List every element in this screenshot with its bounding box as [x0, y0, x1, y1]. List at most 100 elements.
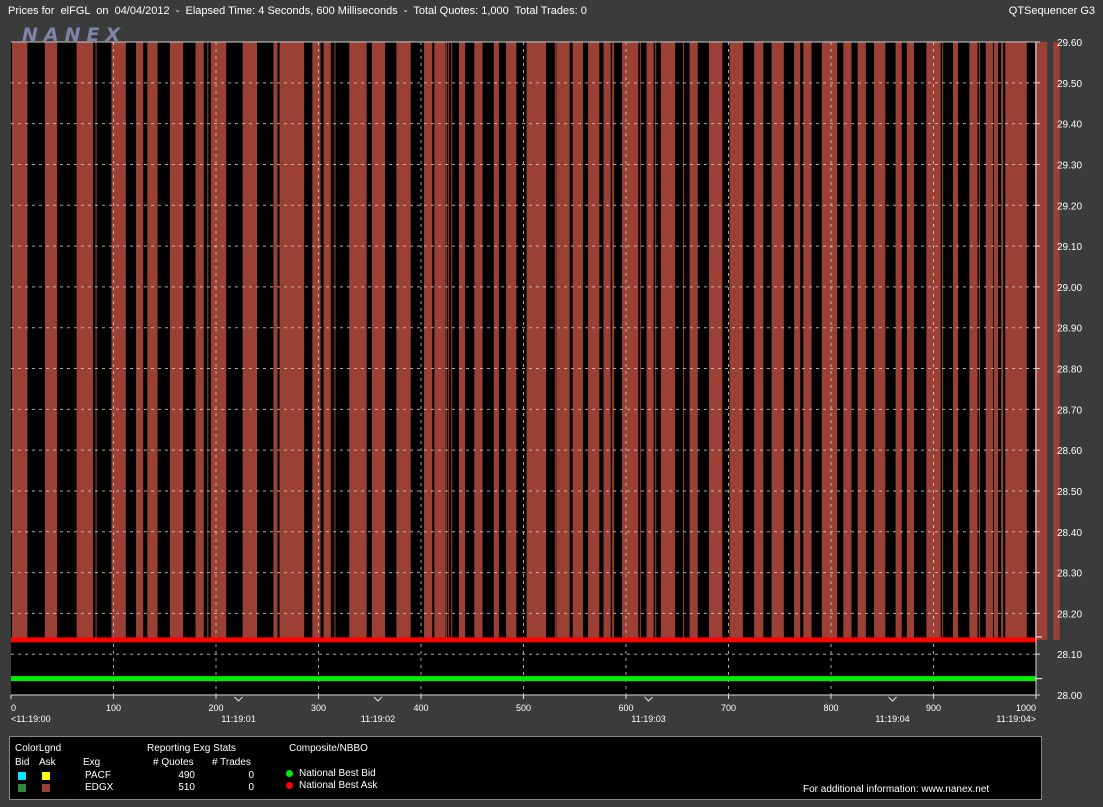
time-marker [888, 696, 897, 702]
legend-panel: ColorLgnd Bid Ask Exg PACF EDGX Reportin… [9, 736, 1042, 800]
y-tick-label: 29.40 [1057, 120, 1082, 131]
bid-column-label: Bid [15, 757, 30, 768]
exg-column-label: Exg [83, 757, 101, 768]
edgx-ask-bar [526, 42, 547, 640]
y-tick-label: 28.70 [1057, 405, 1082, 416]
edgx-ask-bar [754, 42, 764, 640]
edgx-ask-bar [371, 42, 386, 640]
edgx-ask-bar [76, 42, 93, 640]
best-ask-dot [286, 782, 293, 789]
edgx-ask-bar [843, 42, 852, 640]
color-legend-header: ColorLgnd [15, 743, 62, 754]
edgx-ask-swatch [42, 784, 50, 792]
edgx-ask-bar [926, 42, 941, 640]
y-tick-label: 29.20 [1057, 201, 1082, 212]
pacf-ask-swatch [42, 772, 50, 780]
time-label: 11:19:04> [996, 714, 1036, 724]
y-tick-label: 29.50 [1057, 79, 1082, 90]
edgx-ask-bar [1005, 42, 1027, 640]
edgx-ask-bar [111, 42, 126, 640]
edgx-ask-bar [458, 42, 466, 640]
y-tick-label: 28.90 [1057, 324, 1082, 335]
trades-column-label: # Trades [212, 757, 251, 768]
x-tick-label: 1000 [1016, 703, 1036, 713]
pacf-bid-swatch [18, 772, 26, 780]
edgx-ask-bar [323, 42, 331, 640]
edgx-ask-bar [44, 42, 58, 640]
x-tick-label: 300 [311, 703, 326, 713]
best-ask-label: National Best Ask [299, 780, 378, 791]
edgx-ask-bar [474, 42, 483, 640]
edgx-ask-bar [210, 42, 227, 640]
edgx-ask-bar [689, 42, 698, 640]
quotes-column-label: # Quotes [153, 757, 194, 768]
edgx-ask-bar [1053, 42, 1060, 640]
edgx-ask-bar [969, 42, 978, 640]
x-tick-label: 700 [721, 703, 736, 713]
edgx-ask-bar [621, 42, 639, 640]
time-label: 11:19:03 [631, 714, 665, 724]
y-tick-label: 28.30 [1057, 569, 1082, 580]
edgx-ask-bar [424, 42, 433, 640]
edgx-ask-bar [556, 42, 570, 640]
edgx-ask-bar [195, 42, 204, 640]
pacf-quotes-count: 490 [178, 770, 195, 781]
edgx-quotes-count: 510 [178, 782, 195, 793]
x-tick-label: 400 [413, 703, 428, 713]
y-tick-label: 28.80 [1057, 365, 1082, 376]
x-axis-ticks: 0 100 200 300 400 500 600 700 800 900 1000 [10, 695, 1037, 713]
edgx-ask-bar [242, 42, 257, 640]
exchange-pacf-label: PACF [85, 770, 111, 781]
edgx-ask-bar [952, 42, 959, 640]
y-tick-label: 28.40 [1057, 528, 1082, 539]
y-tick-label: 29.30 [1057, 160, 1082, 171]
edgx-ask-bar [1034, 42, 1048, 640]
edgx-ask-bar [895, 42, 902, 640]
best-bid-dot [286, 770, 293, 777]
time-label: 11:19:01 [221, 714, 255, 724]
footer-info: For additional information: www.nanex.ne… [803, 784, 990, 795]
edgx-ask-bar [147, 42, 158, 640]
edgx-ask-bar [493, 42, 499, 640]
y-tick-label: 28.00 [1057, 691, 1082, 702]
edgx-ask-bar [12, 42, 28, 640]
edgx-ask-bar [709, 42, 723, 640]
edgx-ask-bar [857, 42, 866, 640]
edgx-ask-bar [646, 42, 654, 640]
time-label: 11:19:04 [875, 714, 909, 724]
edgx-ask-bar [993, 42, 999, 640]
edgx-ask-bar [821, 42, 838, 640]
stats-header: Reporting Exg Stats [147, 743, 236, 754]
edgx-ask-bar [169, 42, 184, 640]
y-tick-label: 28.20 [1057, 609, 1082, 620]
nbbo-header: Composite/NBBO [289, 743, 368, 754]
x-tick-label: 500 [516, 703, 531, 713]
edgx-ask-bar [588, 42, 600, 640]
edgx-ask-bar [803, 42, 812, 640]
x-tick-label: 100 [106, 703, 121, 713]
y-tick-label: 29.60 [1057, 38, 1082, 49]
edgx-ask-bar [506, 42, 517, 640]
x-tick-label: 800 [823, 703, 838, 713]
time-label: 11:19:02 [361, 714, 395, 724]
edgx-ask-bar [312, 42, 321, 640]
y-tick-label: 28.50 [1057, 487, 1082, 498]
edgx-ask-bar [434, 42, 446, 640]
edgx-ask-bar [906, 42, 915, 640]
price-chart: 28.00 28.10 28.20 28.30 28.40 28.50 28.60 28.70… [10, 38, 1082, 724]
edgx-ask-bar [273, 42, 278, 640]
edgx-ask-bar [603, 42, 611, 640]
time-marker [234, 696, 243, 702]
edgx-ask-bar [660, 42, 676, 640]
y-tick-label: 28.10 [1057, 650, 1082, 661]
edgx-ask-bar [794, 42, 801, 640]
edgx-bid-swatch [18, 784, 26, 792]
edgx-ask-bar [985, 42, 993, 640]
x-tick-label: 900 [926, 703, 941, 713]
edgx-ask-bar [771, 42, 784, 640]
edgx-trades-count: 0 [248, 782, 254, 793]
x-tick-label: 0 [11, 703, 16, 713]
edgx-ask-bar [396, 42, 411, 640]
time-marker [644, 696, 653, 702]
exchange-edgx-label: EDGX [85, 782, 114, 793]
